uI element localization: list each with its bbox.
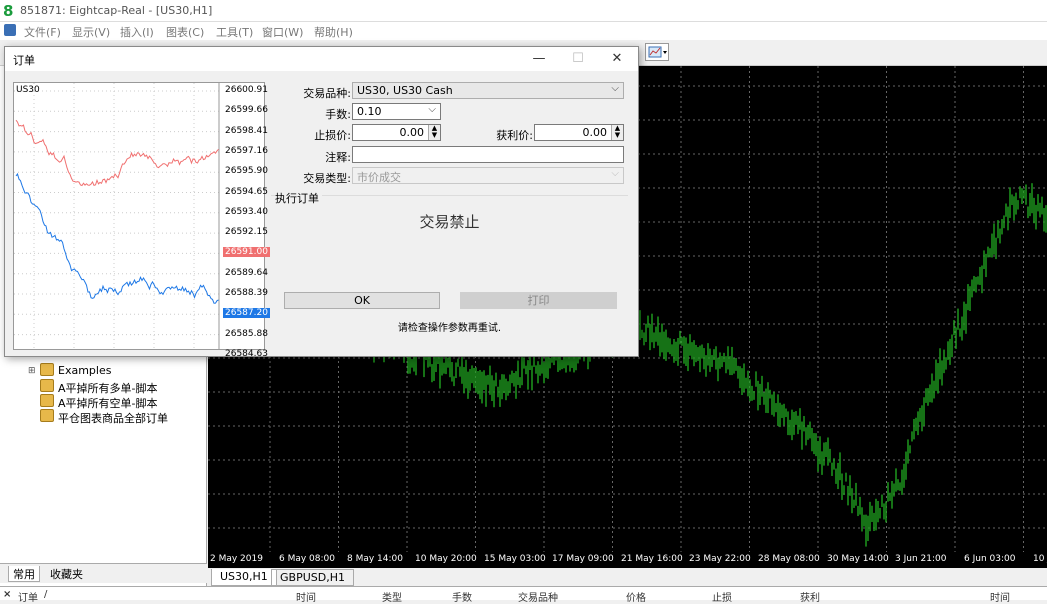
order-type-label: 交易类型: [303, 172, 351, 185]
sort-indicator: / [44, 589, 48, 600]
tree-expander[interactable]: ⊞ [28, 366, 36, 376]
price-axis-label: 26589.64 [225, 267, 268, 278]
price-axis-label: 26585.88 [225, 328, 268, 339]
chart-tab-gbpusd[interactable]: GBPUSD,H1 [271, 569, 354, 586]
hint-text: 请检查操作参数再重试. [397, 323, 502, 334]
price-axis-label: 26600.91 [225, 85, 268, 95]
maximize-icon[interactable]: ☐ [569, 50, 587, 68]
sl-spinner-icon[interactable]: ▲ ▼ [428, 125, 440, 140]
price-axis-label: 26588.39 [225, 288, 268, 298]
price-axis-label: 26597.16 [225, 145, 268, 156]
dialog-title-bar[interactable]: 订单 — ☐ ✕ [5, 47, 638, 71]
chart-tab-us30[interactable]: US30,H1 [211, 569, 277, 586]
time-axis-label: 15 May 03:00 [484, 554, 546, 564]
time-axis-label: 28 May 08:00 [758, 554, 820, 564]
script-icon [40, 409, 54, 422]
time-axis-label: 17 May 09:00 [552, 554, 614, 564]
terminal-panel: × 订单 / 时间 类型 手数 交易品种 价格 止损 获利 时间 [0, 586, 1047, 604]
time-axis-label: 10 May 20:00 [415, 554, 477, 564]
time-axis-label: 8 May 14:00 [347, 554, 403, 564]
tp-label: 获利价: [496, 129, 533, 142]
time-axis-label: 10 J [1033, 554, 1047, 564]
ok-button[interactable]: OK [284, 292, 440, 309]
price-axis-label: 26598.41 [225, 125, 268, 136]
col-volume[interactable]: 手数 [452, 589, 472, 604]
script-icon [40, 379, 54, 392]
time-axis-label: 23 May 22:00 [689, 554, 751, 564]
menu-file[interactable]: 文件(F) [24, 24, 61, 40]
time-axis-label: 30 May 14:00 [827, 554, 889, 564]
volume-select[interactable]: 0.10 ⌵ [352, 103, 441, 120]
comment-label: 注释: [325, 151, 351, 164]
time-axis-label: 6 Jun 03:00 [964, 554, 1016, 564]
time-axis-label: 6 May 08:00 [279, 554, 335, 564]
price-axis-label: 26594.65 [225, 186, 268, 197]
app-menu-icon[interactable] [4, 24, 16, 36]
sl-label: 止损价: [314, 129, 351, 142]
price-axis-label: 26584.63 [225, 348, 268, 359]
chevron-down-icon: ⌵ [611, 168, 619, 179]
chart-template-icon [648, 46, 667, 58]
dialog-title: 订单 [13, 54, 35, 67]
col-close-time[interactable]: 时间 [990, 589, 1010, 604]
close-icon[interactable]: ✕ [608, 50, 626, 68]
app-logo: 8 [3, 2, 14, 20]
col-tp[interactable]: 获利 [800, 589, 820, 604]
title-bar: 8 851871: Eightcap-Real - [US30,H1] [0, 0, 1047, 22]
trade-status: 交易禁止 [419, 213, 480, 231]
menu-bar: 文件(F) 显示(V) 插入(I) 图表(C) 工具(T) 窗口(W) 帮助(H… [0, 22, 1047, 40]
tick-chart: US30 26600.91 26599.66 26598.41 26597.16 265… [13, 82, 270, 359]
time-axis: 2 May 2019 6 May 08:00 8 May 14:00 10 May 2… [208, 552, 1047, 568]
bid-line [15, 119, 219, 187]
chart-tabs: US30,H1 GBPUSD,H1 [208, 568, 1047, 586]
symbol-label: 交易品种: [303, 87, 351, 100]
chart-template-button[interactable] [645, 43, 669, 61]
minimize-icon[interactable]: — [530, 50, 548, 68]
execution-group-label: 执行订单 [275, 190, 322, 206]
menu-chart[interactable]: 图表(C) [166, 24, 204, 40]
script-folder-icon [40, 363, 54, 376]
menu-insert[interactable]: 插入(I) [120, 24, 154, 40]
col-order[interactable]: 订单 [18, 589, 38, 604]
ask-line [15, 172, 219, 304]
col-price[interactable]: 价格 [626, 589, 646, 604]
col-type[interactable]: 类型 [382, 589, 402, 604]
chevron-down-icon: ⌵ [428, 104, 436, 115]
price-axis-label: 26591.00 [223, 247, 270, 258]
volume-label: 手数: [325, 108, 351, 121]
price-axis-label: 26595.90 [225, 166, 268, 177]
menu-view[interactable]: 显示(V) [72, 24, 110, 40]
time-axis-label: 3 Jun 21:00 [895, 554, 947, 564]
chevron-down-icon: ⌵ [611, 83, 619, 94]
time-axis-label: 2 May 2019 [210, 554, 263, 564]
symbol-select[interactable]: US30, US30 Cash ⌵ [352, 82, 624, 99]
navigator-tabs: 常用 收藏夹 [0, 563, 207, 583]
col-sl[interactable]: 止损 [712, 589, 732, 604]
menu-help[interactable]: 帮助(H) [314, 24, 353, 40]
tick-chart-symbol: US30 [16, 85, 40, 95]
tp-input[interactable]: 0.00 ▲ ▼ [534, 124, 624, 141]
time-axis-label: 21 May 16:00 [621, 554, 683, 564]
comment-input[interactable] [352, 146, 624, 163]
script-icon [40, 394, 54, 407]
col-symbol[interactable]: 交易品种 [518, 589, 558, 604]
tab-common[interactable]: 常用 [8, 566, 40, 582]
tab-favorites[interactable]: 收藏夹 [46, 566, 87, 582]
col-time[interactable]: 时间 [296, 589, 316, 604]
order-dialog: 订单 — ☐ ✕ US30 26600.91 26599.66 26598.41 26… [4, 46, 639, 359]
sl-input[interactable]: 0.00 ▲ ▼ [352, 124, 441, 141]
tp-spinner-icon[interactable]: ▲ ▼ [611, 125, 623, 140]
order-type-select[interactable]: 市价成交 ⌵ [352, 167, 624, 184]
price-axis-label: 26593.40 [225, 206, 268, 217]
price-axis-label: 26599.66 [225, 105, 268, 116]
menu-window[interactable]: 窗口(W) [262, 24, 303, 40]
menu-tools[interactable]: 工具(T) [216, 24, 253, 40]
window-title: 851871: Eightcap-Real - [US30,H1] [20, 4, 213, 17]
terminal-close-button[interactable]: × [3, 589, 11, 600]
price-axis-label: 26592.15 [225, 227, 268, 238]
print-button[interactable]: 打印 [460, 292, 617, 309]
price-axis-label: 26587.20 [223, 308, 270, 319]
